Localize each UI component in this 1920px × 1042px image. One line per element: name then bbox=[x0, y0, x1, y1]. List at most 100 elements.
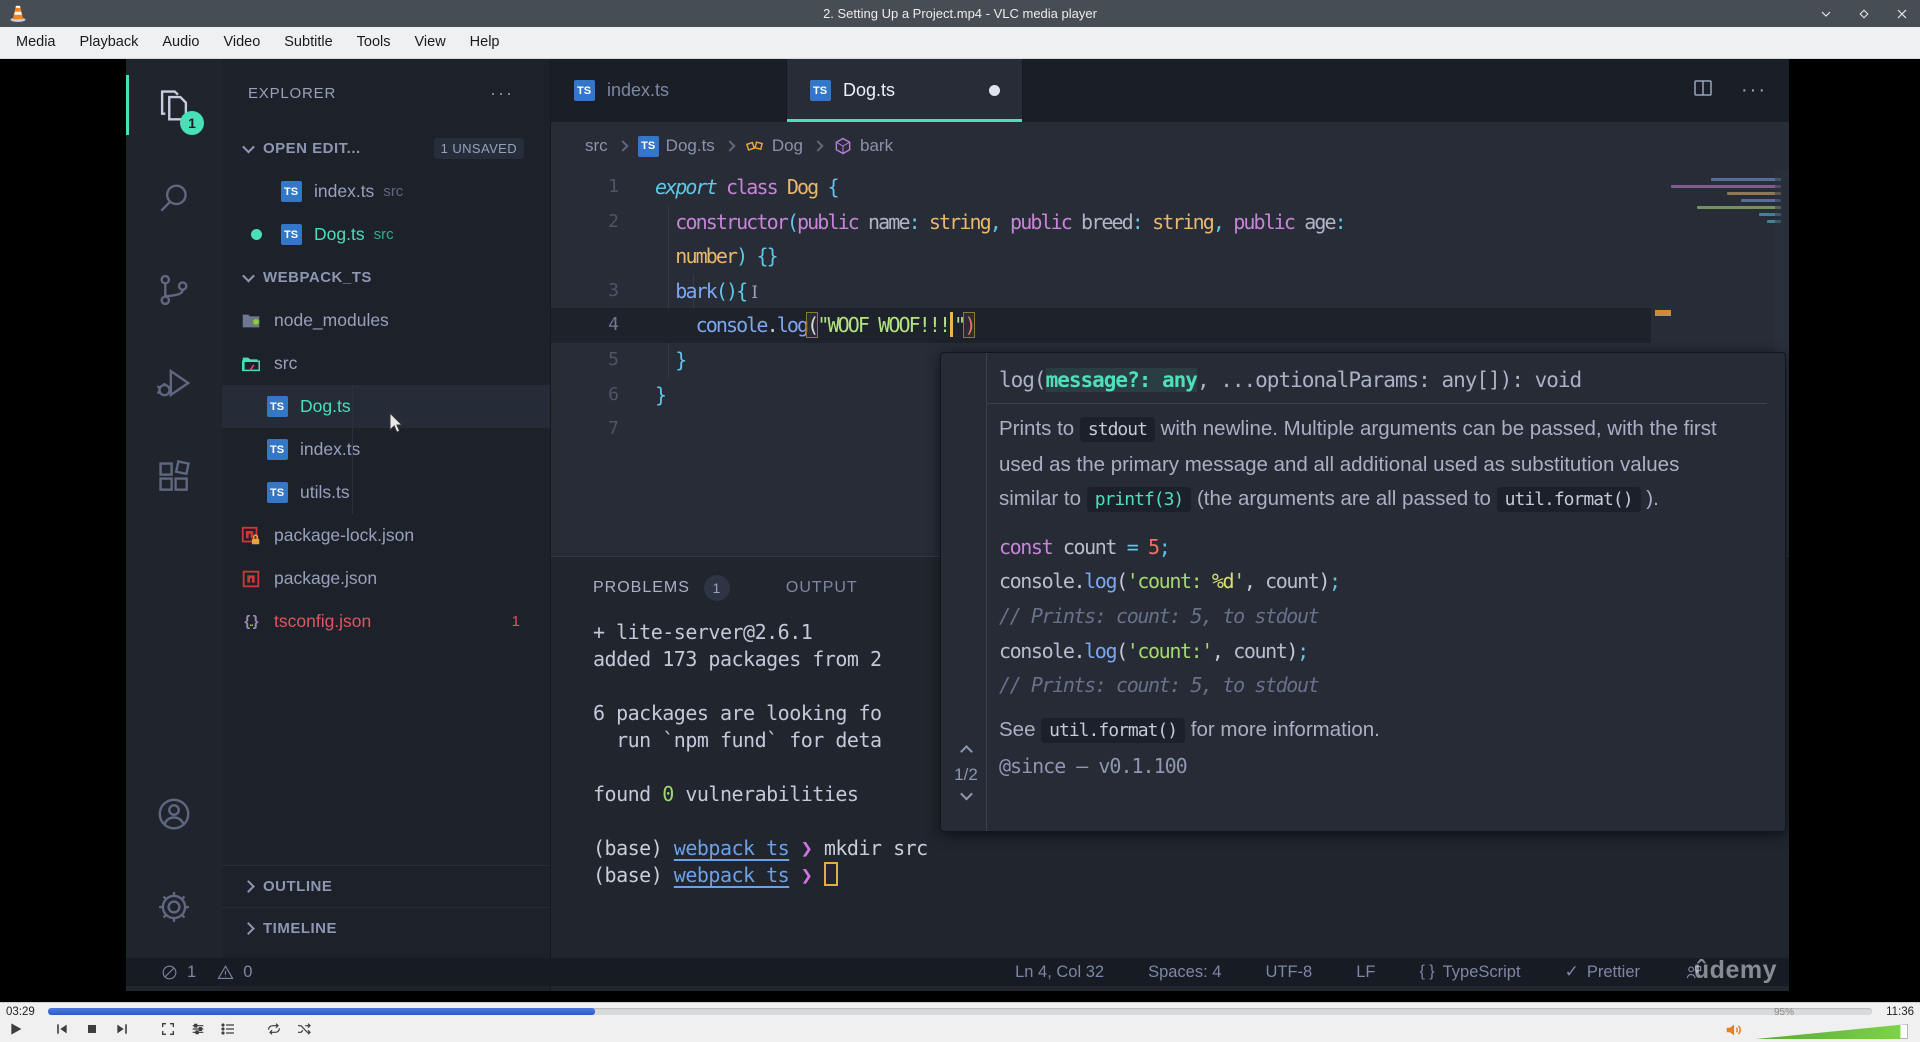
workspace-section[interactable]: WEBPACK_TS bbox=[222, 256, 550, 299]
chevron-right-icon bbox=[242, 922, 255, 935]
hover-since-line: @since — v0.1.100 bbox=[999, 754, 1188, 779]
error-count[interactable]: 1 bbox=[160, 963, 196, 982]
tab-index.ts[interactable]: TS index.ts bbox=[551, 59, 787, 122]
explorer-actions-icon[interactable]: ··· bbox=[490, 83, 514, 104]
code-line[interactable]: 2 constructor(public name: string, publi… bbox=[551, 205, 1789, 240]
code-line[interactable]: 3 bark(){I bbox=[551, 274, 1789, 309]
outline-section[interactable]: OUTLINE bbox=[222, 865, 550, 907]
extended-settings-button[interactable] bbox=[186, 1018, 210, 1040]
activity-settings-icon[interactable] bbox=[126, 875, 222, 939]
play-button[interactable] bbox=[4, 1018, 28, 1040]
tab-bar: TS index.ts TS Dog.ts ··· bbox=[551, 59, 1789, 122]
hover-code-line: // Prints: count: 5, to stdout bbox=[999, 673, 1320, 698]
menu-tools[interactable]: Tools bbox=[345, 27, 403, 58]
symbol-ts-icon: TS bbox=[637, 135, 659, 157]
hover-see-line: See util.format() for more information. bbox=[999, 717, 1380, 743]
code-line[interactable]: number) {} bbox=[551, 239, 1789, 274]
file-path-detail: src bbox=[383, 183, 404, 200]
breadcrumb-label: Dog bbox=[771, 136, 803, 155]
volume-icon[interactable] bbox=[1724, 1019, 1746, 1039]
timeline-label: TIMELINE bbox=[263, 920, 337, 937]
menu-subtitle[interactable]: Subtitle bbox=[272, 27, 344, 58]
menu-help[interactable]: Help bbox=[458, 27, 512, 58]
volume-slider[interactable] bbox=[1756, 1024, 1908, 1039]
tree-item-tsconfig.json[interactable]: {..} tsconfig.json 1 bbox=[222, 600, 550, 643]
typescript-file-icon: TS bbox=[280, 224, 302, 246]
activity-scm-icon[interactable] bbox=[126, 258, 222, 322]
stop-button[interactable] bbox=[80, 1018, 104, 1040]
tree-item-node_modules[interactable]: node_modules bbox=[222, 299, 550, 342]
code-line[interactable]: 1 export class Dog { bbox=[551, 170, 1789, 205]
previous-button[interactable] bbox=[50, 1018, 74, 1040]
signature-next-icon[interactable] bbox=[959, 787, 973, 801]
open-editor-index.ts[interactable]: TS index.ts src bbox=[222, 170, 550, 213]
unsaved-badge: 1 UNSAVED bbox=[433, 138, 524, 159]
menu-view[interactable]: View bbox=[403, 27, 458, 58]
breadcrumb-Dog[interactable]: Dog bbox=[745, 136, 803, 156]
chevron-right-icon bbox=[242, 880, 255, 893]
next-button[interactable] bbox=[110, 1018, 134, 1040]
status-prettier[interactable]: ✓ Prettier bbox=[1565, 962, 1640, 982]
breadcrumb-Dog.ts[interactable]: TS Dog.ts bbox=[637, 135, 715, 157]
breadcrumb-src[interactable]: src bbox=[585, 136, 608, 156]
json-icon: {..} bbox=[244, 613, 258, 630]
line-number: 4 bbox=[608, 314, 619, 336]
check-icon: ✓ bbox=[1564, 962, 1579, 981]
status-spaces-4[interactable]: Spaces: 4 bbox=[1148, 963, 1221, 982]
video-area[interactable]: 1 EXPLORER ··· OPEN EDIT... 1 UNSAVED TS… bbox=[0, 59, 1920, 1002]
minimize-icon[interactable] bbox=[1818, 6, 1834, 22]
breadcrumb-bark[interactable]: bark bbox=[833, 136, 893, 156]
tree-item-src[interactable]: src bbox=[222, 342, 550, 385]
editor-more-actions-icon[interactable]: ··· bbox=[1741, 79, 1767, 102]
timeline-section[interactable]: TIMELINE bbox=[222, 907, 550, 949]
menu-audio[interactable]: Audio bbox=[150, 27, 211, 58]
loop-button[interactable] bbox=[262, 1018, 286, 1040]
status-typescript[interactable]: { } TypeScript bbox=[1419, 963, 1520, 982]
activity-extensions-icon[interactable] bbox=[126, 445, 222, 509]
activity-files-icon[interactable]: 1 bbox=[126, 73, 222, 137]
fullscreen-button[interactable] bbox=[156, 1018, 180, 1040]
hover-code-line: const count = 5; bbox=[999, 534, 1171, 559]
panel-tab-problems[interactable]: PROBLEMS 1 bbox=[593, 575, 730, 601]
menu-playback[interactable]: Playback bbox=[68, 27, 151, 58]
minimap[interactable] bbox=[1661, 174, 1781, 227]
vlc-controls: 03:29 11:36 95% bbox=[0, 1002, 1920, 1042]
shuffle-button[interactable] bbox=[292, 1018, 316, 1040]
warning-count[interactable]: 0 bbox=[216, 963, 252, 982]
signature-prev-icon[interactable] bbox=[959, 745, 973, 758]
close-icon[interactable] bbox=[1894, 6, 1910, 22]
code-line[interactable]: 4 console.log("WOOF WOOF!!! ") bbox=[551, 308, 1651, 343]
split-editor-icon[interactable] bbox=[1691, 76, 1715, 105]
line-number: 1 bbox=[608, 176, 619, 197]
chevron-down-icon bbox=[242, 140, 255, 154]
panel-tab-output[interactable]: OUTPUT bbox=[786, 579, 858, 597]
status-lf[interactable]: LF bbox=[1356, 963, 1375, 982]
open-editor-Dog.ts[interactable]: TS Dog.ts src bbox=[222, 213, 550, 256]
volume-percent-label: 95% bbox=[1773, 1007, 1794, 1018]
signature-pager: 1/2 bbox=[954, 765, 978, 784]
inline-code-chip[interactable]: util.format() bbox=[1041, 717, 1186, 743]
breadcrumb-separator-icon bbox=[812, 140, 824, 152]
breadcrumb-label: Dog.ts bbox=[665, 136, 715, 155]
playlist-button[interactable] bbox=[216, 1018, 240, 1040]
tree-item-package.json[interactable]: package.json bbox=[222, 557, 550, 600]
tree-item-utils.ts[interactable]: TS utils.ts bbox=[222, 471, 550, 514]
code-text: } bbox=[675, 347, 687, 372]
tab-Dog.ts[interactable]: TS Dog.ts bbox=[787, 59, 1023, 122]
open-editors-section[interactable]: OPEN EDIT... 1 UNSAVED bbox=[222, 127, 550, 170]
status-utf-8[interactable]: UTF-8 bbox=[1265, 963, 1312, 982]
activity-search-icon[interactable] bbox=[126, 166, 222, 230]
file-name: utils.ts bbox=[300, 482, 350, 502]
maximize-icon[interactable] bbox=[1856, 6, 1872, 22]
activity-debug-icon[interactable] bbox=[126, 351, 222, 415]
status-ln-4-col-32[interactable]: Ln 4, Col 32 bbox=[1015, 963, 1104, 982]
tab-label: index.ts bbox=[607, 80, 670, 100]
tree-item-package-lock.json[interactable]: package-lock.json bbox=[222, 514, 550, 557]
menu-video[interactable]: Video bbox=[211, 27, 272, 58]
seek-bar[interactable] bbox=[48, 1008, 1872, 1015]
file-name: src bbox=[274, 353, 298, 373]
menu-media[interactable]: Media bbox=[4, 27, 68, 58]
error-icon bbox=[162, 965, 177, 979]
explorer-header: EXPLORER ··· bbox=[222, 59, 550, 127]
activity-account-icon[interactable] bbox=[126, 782, 222, 846]
